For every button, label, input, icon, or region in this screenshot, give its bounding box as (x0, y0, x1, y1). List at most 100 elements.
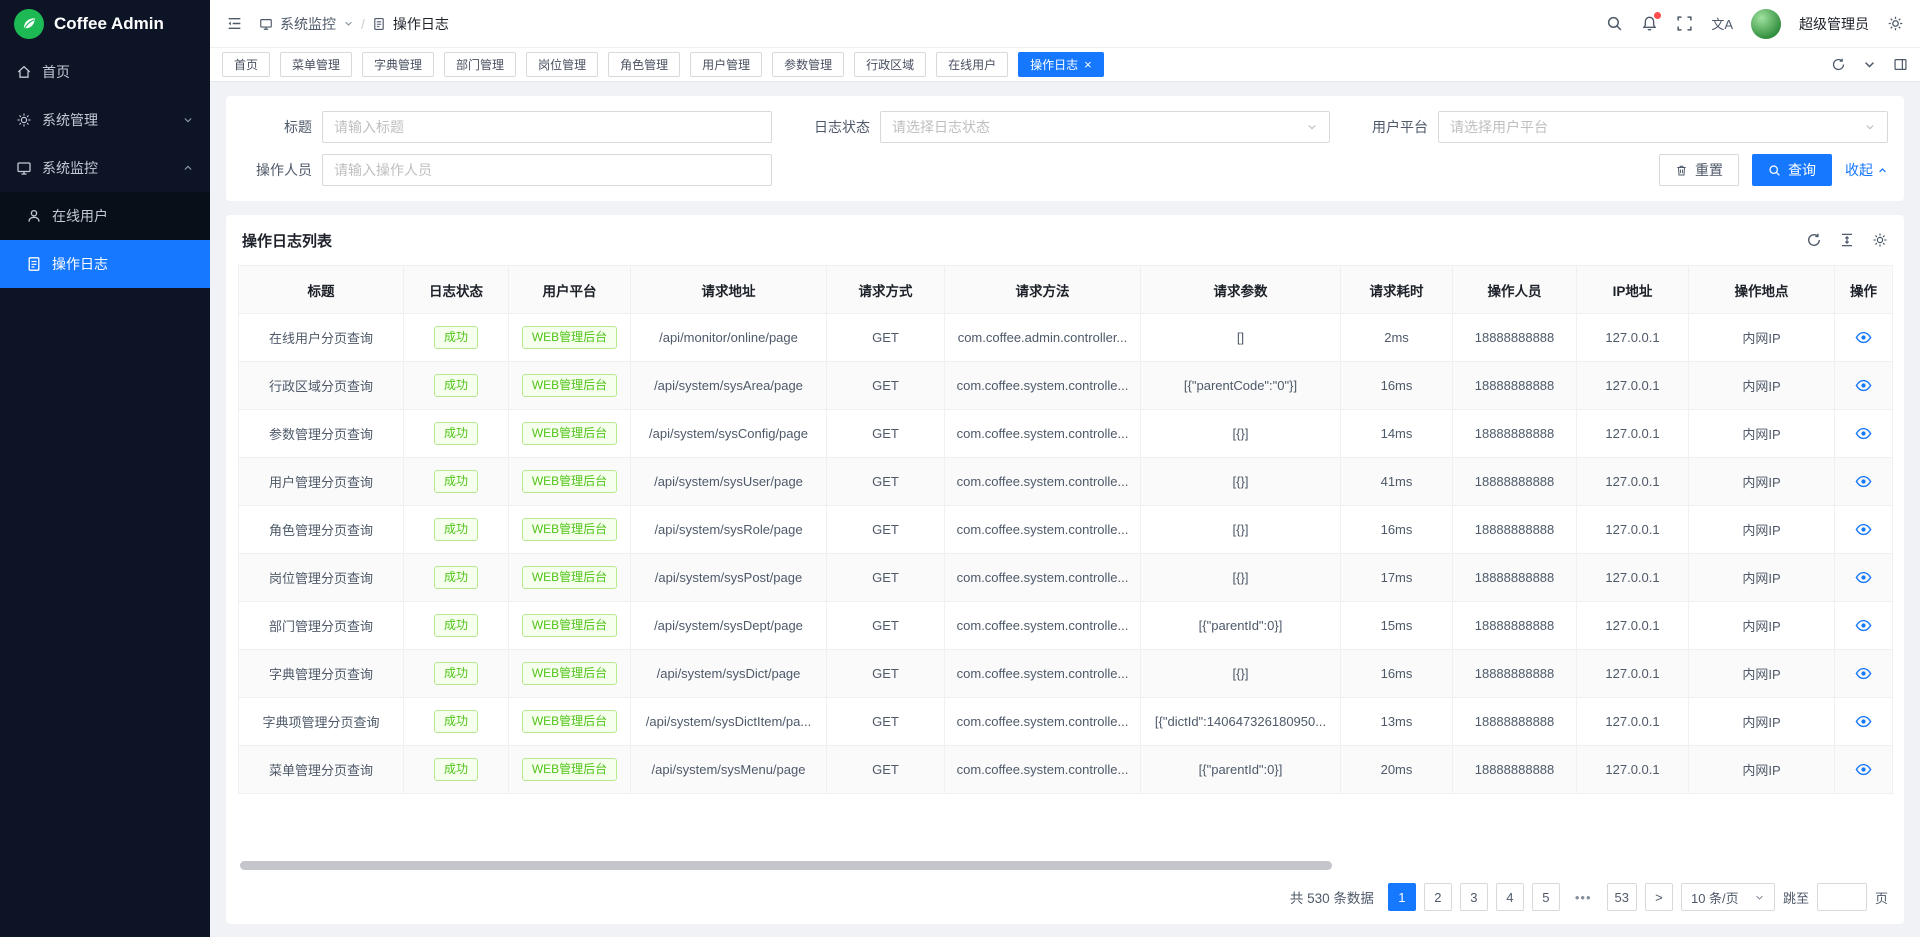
page-button-2[interactable]: 2 (1424, 883, 1452, 911)
settings-gear-icon[interactable] (1887, 15, 1904, 32)
column-height-icon[interactable] (1839, 232, 1855, 248)
monitor-icon (16, 160, 32, 176)
cell-operator: 18888888888 (1453, 554, 1577, 602)
page-button-4[interactable]: 4 (1496, 883, 1524, 911)
close-tab-icon[interactable]: × (1084, 58, 1092, 71)
tab-字典管理[interactable]: 字典管理 (362, 52, 434, 77)
page-size-select[interactable]: 10 条/页 (1681, 883, 1775, 911)
cell-ip: 127.0.0.1 (1577, 602, 1689, 650)
user-name[interactable]: 超级管理员 (1799, 14, 1869, 34)
collapse-sidebar-icon[interactable] (226, 15, 243, 32)
view-detail-eye-icon[interactable] (1855, 617, 1872, 634)
tab-行政区域[interactable]: 行政区域 (854, 52, 926, 77)
notifications-button[interactable] (1641, 15, 1658, 32)
tab-岗位管理[interactable]: 岗位管理 (526, 52, 598, 77)
page-button-1[interactable]: 1 (1388, 883, 1416, 911)
cell-duration: 15ms (1341, 602, 1453, 650)
platform-tag: WEB管理后台 (522, 326, 617, 349)
tab-在线用户[interactable]: 在线用户 (936, 52, 1008, 77)
translate-icon[interactable]: 文A (1711, 15, 1733, 32)
scrollbar-thumb[interactable] (240, 861, 1332, 870)
cell-params: [{}] (1141, 554, 1341, 602)
operator-input[interactable] (334, 162, 760, 178)
page-button-3[interactable]: 3 (1460, 883, 1488, 911)
cell-action (1835, 554, 1893, 602)
refresh-tabs-icon[interactable] (1831, 57, 1846, 72)
cell-location: 内网IP (1689, 746, 1835, 794)
view-detail-eye-icon[interactable] (1855, 425, 1872, 442)
cell-status: 成功 (404, 314, 509, 362)
app-title: Coffee Admin (54, 14, 164, 34)
fullscreen-icon[interactable] (1676, 15, 1693, 32)
column-header: IP地址 (1577, 266, 1689, 314)
status-tag: 成功 (434, 326, 478, 349)
sidebar-item-首页[interactable]: 首页 (0, 48, 210, 96)
tab-label: 用户管理 (702, 56, 750, 73)
title-input[interactable] (334, 119, 760, 135)
search-button[interactable]: 查询 (1752, 154, 1832, 186)
cell-title: 部门管理分页查询 (239, 602, 404, 650)
cell-method: GET (827, 602, 945, 650)
search-icon[interactable] (1606, 15, 1623, 32)
cell-status: 成功 (404, 650, 509, 698)
user-platform-select[interactable]: 请选择用户平台 (1438, 111, 1888, 143)
cell-handler: com.coffee.admin.controller... (945, 314, 1141, 362)
table-row: 用户管理分页查询成功WEB管理后台/api/system/sysUser/pag… (239, 458, 1893, 506)
tab-参数管理[interactable]: 参数管理 (772, 52, 844, 77)
view-detail-eye-icon[interactable] (1855, 761, 1872, 778)
tabs-dropdown-icon[interactable] (1862, 57, 1877, 72)
tab-部门管理[interactable]: 部门管理 (444, 52, 516, 77)
table-settings-gear-icon[interactable] (1872, 232, 1888, 248)
cell-url: /api/system/sysDept/page (631, 602, 827, 650)
page-content: 标题 日志状态 请选择日志状态 用户平台 请选择用户平台 (210, 82, 1920, 937)
sidebar: Coffee Admin 首页系统管理系统监控在线用户操作日志 (0, 0, 210, 937)
view-detail-eye-icon[interactable] (1855, 473, 1872, 490)
breadcrumb-parent[interactable]: 系统监控 (280, 14, 336, 34)
cell-params: [{}] (1141, 458, 1341, 506)
page-button-5[interactable]: 5 (1532, 883, 1560, 911)
cell-duration: 16ms (1341, 650, 1453, 698)
reset-button[interactable]: 重置 (1659, 154, 1739, 186)
view-detail-eye-icon[interactable] (1855, 329, 1872, 346)
sidebar-item-系统管理[interactable]: 系统管理 (0, 96, 210, 144)
filter-panel: 标题 日志状态 请选择日志状态 用户平台 请选择用户平台 (226, 96, 1904, 201)
layout-panel-icon[interactable] (1893, 57, 1908, 72)
view-detail-eye-icon[interactable] (1855, 713, 1872, 730)
view-detail-eye-icon[interactable] (1855, 569, 1872, 586)
refresh-icon[interactable] (1806, 232, 1822, 248)
tab-用户管理[interactable]: 用户管理 (690, 52, 762, 77)
tab-菜单管理[interactable]: 菜单管理 (280, 52, 352, 77)
cell-operator: 18888888888 (1453, 602, 1577, 650)
view-detail-eye-icon[interactable] (1855, 521, 1872, 538)
cell-handler: com.coffee.system.controlle... (945, 554, 1141, 602)
cell-duration: 13ms (1341, 698, 1453, 746)
sidebar-item-操作日志[interactable]: 操作日志 (0, 240, 210, 288)
next-page-button[interactable]: > (1645, 883, 1673, 911)
page-button-53[interactable]: 53 (1607, 883, 1637, 911)
log-status-select[interactable]: 请选择日志状态 (880, 111, 1330, 143)
cell-operator: 18888888888 (1453, 410, 1577, 458)
search-label: 查询 (1788, 160, 1816, 180)
cell-operator: 18888888888 (1453, 314, 1577, 362)
cell-duration: 17ms (1341, 554, 1453, 602)
select-placeholder: 请选择用户平台 (1450, 117, 1864, 137)
cell-url: /api/system/sysArea/page (631, 362, 827, 410)
cell-handler: com.coffee.system.controlle... (945, 698, 1141, 746)
cell-params: [{}] (1141, 506, 1341, 554)
platform-tag: WEB管理后台 (522, 566, 617, 589)
collapse-label: 收起 (1845, 160, 1873, 180)
panel-header: 操作日志列表 (238, 215, 1892, 265)
cell-title: 参数管理分页查询 (239, 410, 404, 458)
view-detail-eye-icon[interactable] (1855, 377, 1872, 394)
tab-角色管理[interactable]: 角色管理 (608, 52, 680, 77)
collapse-filter-link[interactable]: 收起 (1845, 160, 1888, 180)
column-header: 请求耗时 (1341, 266, 1453, 314)
jump-page-input[interactable] (1817, 883, 1867, 911)
view-detail-eye-icon[interactable] (1855, 665, 1872, 682)
tab-操作日志[interactable]: 操作日志× (1018, 52, 1104, 77)
avatar[interactable] (1751, 9, 1781, 39)
sidebar-item-在线用户[interactable]: 在线用户 (0, 192, 210, 240)
sidebar-item-系统监控[interactable]: 系统监控 (0, 144, 210, 192)
page-buttons: 12345•••53 (1388, 883, 1637, 911)
tab-首页[interactable]: 首页 (222, 52, 270, 77)
